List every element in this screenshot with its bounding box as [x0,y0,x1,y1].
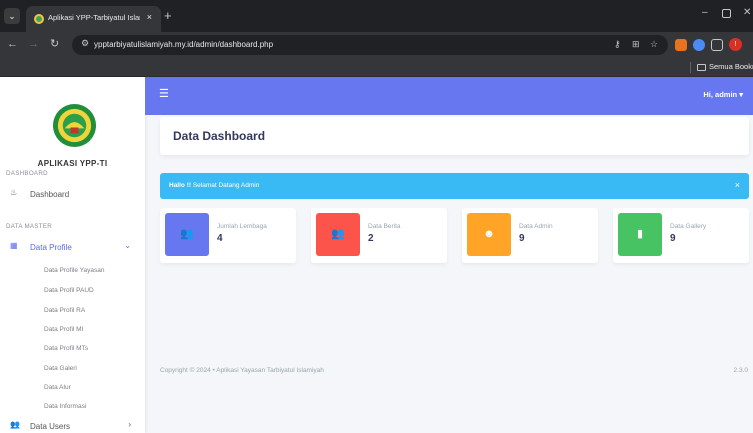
fire-icon: ♨ [10,188,18,197]
sidebar-item-data-profile[interactable]: ▦ Data Profile ⌄ [0,237,145,259]
new-tab-button[interactable]: + [164,9,172,22]
reload-icon[interactable]: ↻ [50,37,59,51]
sidebar-subitem-informasi[interactable]: Data Informasi [44,403,86,410]
minimize-icon[interactable]: – [702,7,708,18]
translate-icon[interactable]: ⊞ [632,39,640,50]
alert-text: Selamat Datang Admin [191,182,260,189]
folder-icon [697,64,706,71]
footer-app-name: Aplikasi Yayasan Tarbiyatul Islamiyah [216,367,324,374]
extension-icon[interactable] [675,39,687,51]
alert-close-icon[interactable]: × [735,180,740,190]
back-icon[interactable]: ← [7,37,18,51]
chevron-right-icon: › [128,420,131,429]
menu-heading-data-master: DATA MASTER [6,223,53,230]
page-title: Data Dashboard [173,129,266,143]
users-icon: 👥 [10,420,20,429]
tab-search-icon[interactable]: ⌄ [4,8,20,24]
stat-value: 2 [368,233,374,244]
sidebar-subitem-alur[interactable]: Data Alur [44,384,71,391]
stat-card-berita: 👥 Data Berita 2 [311,208,447,263]
footer-copyright: Copyright © 2024 • Aplikasi Yayasan Tarb… [160,367,324,374]
welcome-alert: Hallo !! Selamat Datang Admin × [160,173,749,199]
stat-value: 9 [670,233,676,244]
sidebar-item-label: Dashboard [30,190,70,199]
bookmark-star-icon[interactable]: ☆ [650,39,658,50]
columns-icon: ▦ [10,241,18,250]
all-bookmarks-link[interactable]: Semua Bookma [709,62,753,71]
yayasan-logo-icon [52,103,97,148]
browser-toolbar: ← → ↻ ⚙ ypptarbiyatulislamiyah.my.id/adm… [0,32,753,58]
sidebar-subitem-profil-ra[interactable]: Data Profil RA [44,307,85,314]
sidebar-item-label: Data Users [30,422,71,431]
alert-strong: Hallo !! [169,182,192,189]
browser-tab[interactable]: Aplikasi YPP-Tarbiyatul Islamiya × [26,6,161,32]
user-greeting: Hi, admin [703,90,738,99]
stat-card-admin: ☻ Data Admin 9 [462,208,598,263]
stat-label: Jumlah Lembaga [217,223,267,230]
user-dropdown[interactable]: Hi, admin ▾ [703,90,743,99]
browser-tab-bar: ⌄ Aplikasi YPP-Tarbiyatul Islamiya × + –… [0,0,753,32]
sidebar-subitem-galeri[interactable]: Data Galeri [44,365,77,372]
maximize-icon[interactable] [722,9,731,18]
sidebar-subitem-profile-yayasan[interactable]: Data Profile Yayasan [44,267,104,274]
stat-label: Data Gallery [670,223,707,230]
url-text: ypptarbiyatulislamiyah.my.id/admin/dashb… [94,40,274,49]
bookmark-icon: ▮ [618,213,662,256]
footer-separator: • [212,367,215,374]
footer-version: 2.3.0 [733,367,748,374]
stat-label: Data Admin [519,223,553,230]
site-info-icon[interactable]: ⚙ [81,38,89,49]
top-navbar: ☰ Hi, admin ▾ [145,77,753,115]
bookmarks-bar: Semua Bookma [0,58,753,77]
stat-value: 9 [519,233,525,244]
bookmarks-divider [690,62,691,73]
users-icon: 👥 [165,213,209,256]
sidebar: APLIKASI YPP-TI DASHBOARD ♨ Dashboard DA… [0,77,145,433]
section-header: Data Dashboard [160,117,749,155]
extension-icon[interactable] [693,39,705,51]
brand-name: APLIKASI YPP-TI [37,159,108,168]
sidebar-item-label: Data Profile [30,243,72,252]
sidebar-item-dashboard[interactable]: ♨ Dashboard [0,184,145,206]
site-favicon-icon [34,14,44,24]
menu-toggle-icon[interactable]: ☰ [159,87,169,100]
forward-icon: → [28,38,39,50]
copyright-text: Copyright © 2024 [160,367,211,374]
sidebar-subitem-profil-mi[interactable]: Data Profil MI [44,326,83,333]
tab-close-icon[interactable]: × [147,12,152,22]
menu-heading-dashboard: DASHBOARD [6,170,48,177]
stat-value: 4 [217,233,223,244]
profile-avatar[interactable]: ! [729,38,742,51]
stat-label: Data Berita [368,223,401,230]
user-circle-icon: ☻ [467,213,511,256]
stat-card-gallery: ▮ Data Gallery 9 [613,208,749,263]
sidebar-subitem-profil-paud[interactable]: Data Profil PAUD [44,287,94,294]
tab-title: Aplikasi YPP-Tarbiyatul Islamiya [48,13,140,22]
sidebar-subitem-profil-mts[interactable]: Data Profil MTs [44,345,88,352]
extensions-puzzle-icon[interactable] [711,39,723,51]
users-icon: 👥 [316,213,360,256]
window-close-icon[interactable]: ✕ [743,7,751,18]
password-key-icon[interactable]: ⚷ [614,39,621,50]
address-bar[interactable]: ⚙ ypptarbiyatulislamiyah.my.id/admin/das… [72,35,668,55]
chevron-down-icon: ⌄ [124,241,131,250]
alert-message: Hallo !! Selamat Datang Admin [169,182,259,189]
stat-card-lembaga: 👥 Jumlah Lembaga 4 [160,208,296,263]
sidebar-item-data-users[interactable]: 👥 Data Users › [0,416,145,433]
